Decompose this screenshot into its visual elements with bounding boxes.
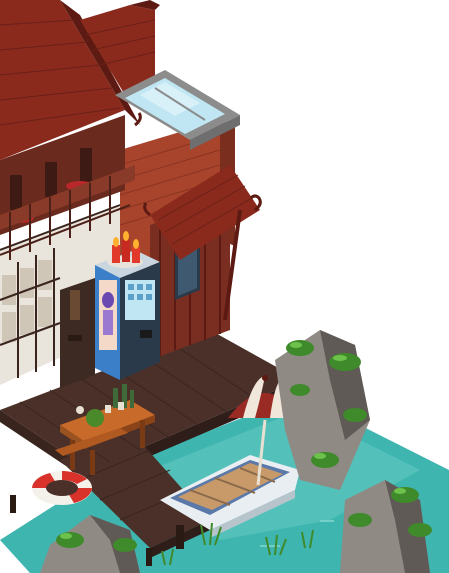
vending-machine[interactable]: [95, 250, 160, 380]
game-scene: [0, 0, 449, 573]
life-buoy[interactable]: [32, 471, 92, 505]
isometric-room: [0, 0, 449, 573]
